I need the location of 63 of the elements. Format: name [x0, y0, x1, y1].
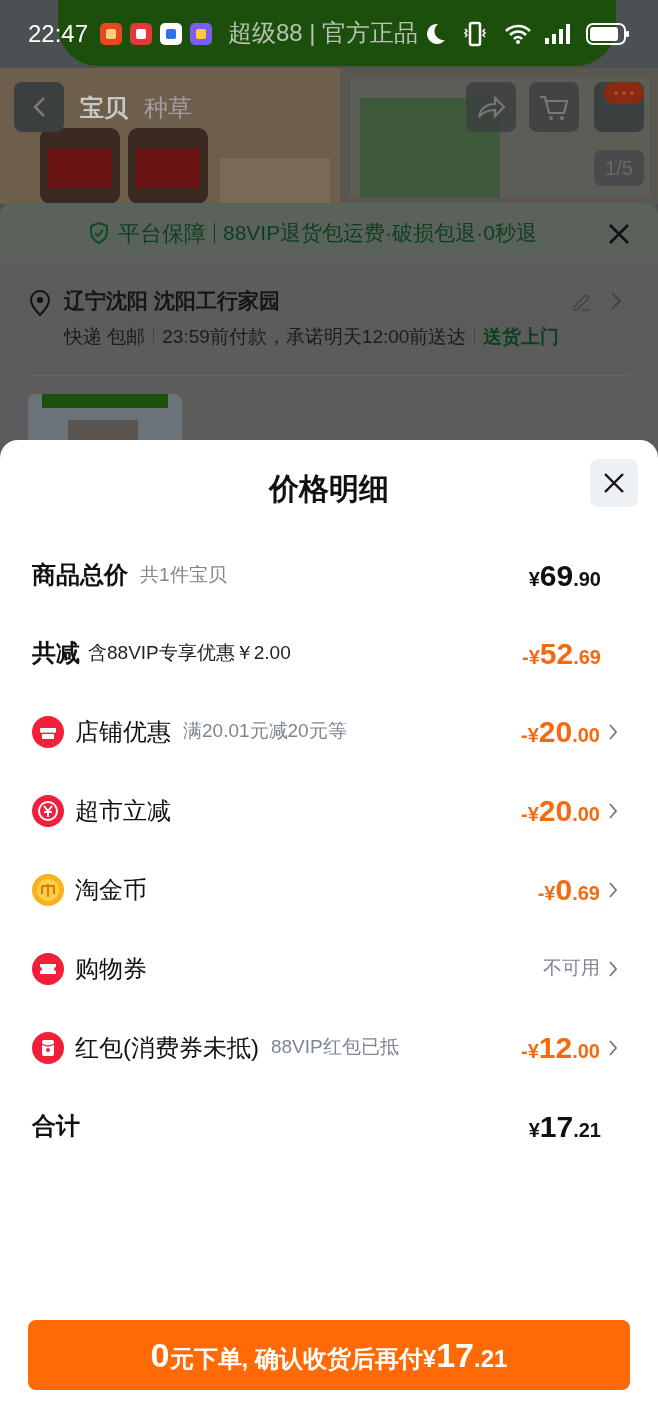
cart-button[interactable]: [529, 82, 579, 132]
chevron-right-icon: [608, 1038, 618, 1057]
vibrate-icon: [462, 21, 488, 47]
price: -¥20.00: [521, 714, 600, 750]
price: -¥20.00: [521, 793, 600, 829]
shield-icon: [88, 221, 110, 245]
price: -¥0.69: [537, 872, 600, 908]
row-label: 购物券: [75, 953, 147, 984]
chevron-right-icon: [608, 880, 618, 899]
row-label: 商品总价: [32, 560, 128, 590]
row-note: 含88VIP专享优惠￥2.00: [88, 640, 291, 665]
close-icon: [603, 472, 625, 494]
price: ¥69.90: [528, 557, 601, 594]
row-label: 店铺优惠: [75, 716, 171, 747]
wifi-icon: [504, 23, 532, 45]
battery-icon: [586, 22, 630, 46]
row-label: 共减: [32, 638, 80, 668]
row-label: 红包(消费券未抵): [75, 1032, 259, 1063]
app-icon: [130, 23, 153, 45]
row-note: 88VIP红包已抵: [271, 1035, 399, 1060]
row-note: 满20.01元减20元等: [183, 719, 347, 744]
banner-text: 超级88 | 官方正品: [228, 18, 419, 48]
app-icon: [160, 23, 183, 45]
ticket-icon: [32, 952, 64, 985]
status-time: 22:47: [28, 19, 89, 49]
row-label: 淘金币: [75, 874, 147, 905]
status-text: 不可用: [543, 956, 600, 981]
signal-icon: [544, 23, 570, 45]
shop-icon: [32, 715, 64, 748]
sheet-title: 价格明细: [269, 470, 389, 507]
share-icon: [475, 93, 507, 121]
delivery-info: 快递 包邮 23:59前付款，承诺明天12:00前送达 送货上门: [64, 324, 561, 349]
row-label: 合计: [32, 1111, 80, 1141]
close-icon: [607, 222, 631, 246]
row-note: 共1件宝贝: [140, 562, 227, 587]
order-button[interactable]: 0元下单, 确认收货后再付¥17.21: [28, 1320, 630, 1390]
price: ¥17.21: [528, 1108, 601, 1145]
back-icon: [32, 96, 46, 118]
yuan-icon: [32, 794, 64, 827]
envelope-icon: [32, 1031, 64, 1064]
back-button[interactable]: [14, 82, 64, 132]
app-icon: [100, 23, 123, 45]
chevron-right-icon: [608, 722, 618, 741]
guarantee-title: 平台保障: [118, 219, 206, 248]
price: -¥12.00: [521, 1030, 600, 1066]
row-label: 超市立减: [75, 795, 171, 826]
chevron-right-icon: [608, 801, 618, 820]
coin-icon: [32, 873, 64, 906]
moon-icon: [424, 22, 446, 46]
address-text: 辽宁沈阳 沈阳工行家园: [64, 288, 281, 314]
more-button[interactable]: [594, 82, 644, 132]
location-pin-icon: [28, 289, 52, 317]
close-button[interactable]: [590, 459, 638, 507]
app-icon: [190, 23, 213, 45]
nav-tab[interactable]: 种草: [144, 90, 192, 126]
price: -¥52.69: [522, 635, 601, 672]
chevron-right-icon: [608, 959, 618, 978]
guarantee-text: 88VIP退货包运费·破损包退·0秒退: [223, 220, 537, 247]
chevron-right-icon: [610, 290, 622, 311]
more-icon: [604, 82, 644, 104]
nav-tab[interactable]: 宝贝: [80, 90, 128, 126]
cart-icon: [538, 93, 570, 121]
share-button[interactable]: [466, 82, 516, 132]
